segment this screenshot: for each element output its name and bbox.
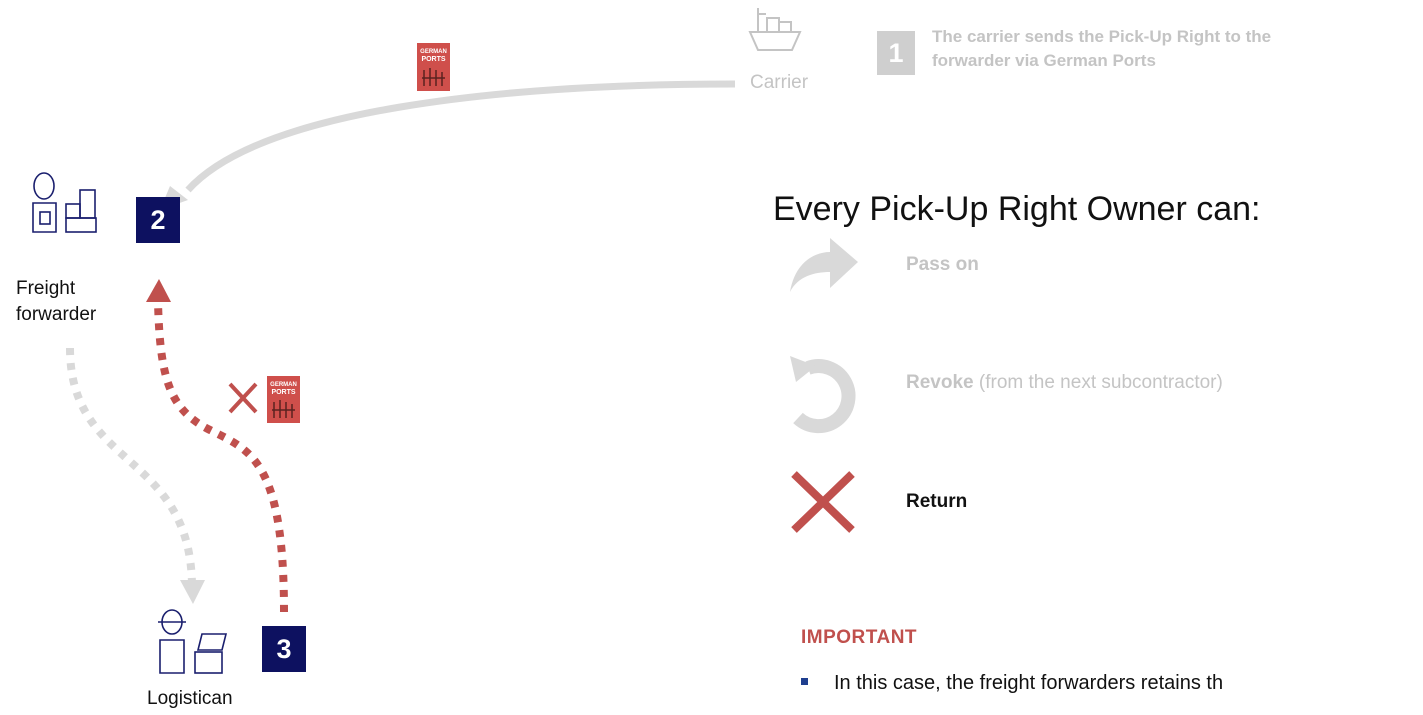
return-x-icon xyxy=(228,382,258,414)
step-1-badge: 1 xyxy=(877,31,915,75)
svg-text:GERMAN: GERMAN xyxy=(270,382,297,388)
pass-on-label: Pass on xyxy=(906,254,979,275)
bullet-square-icon xyxy=(801,678,808,686)
flow-diagram: GERMAN PORTS GERMAN PORTS xyxy=(32,8,858,674)
step-3-badge: 3 xyxy=(262,626,306,672)
step-1-description-line2: forwarder via German Ports xyxy=(932,51,1156,70)
revoke-label-rest: (from the next subcontractor) xyxy=(973,372,1223,393)
svg-text:GERMAN: GERMAN xyxy=(420,49,447,55)
revoke-label-bold: Revoke xyxy=(906,372,974,393)
freight-forwarder-label: Freight forwarder xyxy=(16,276,96,328)
handover-arrow-carrier-to-forwarder xyxy=(185,80,736,193)
freight-forwarder-label-line2: forwarder xyxy=(16,304,97,325)
ship-icon xyxy=(748,8,802,51)
important-bullet: In this case, the freight forwarders ret… xyxy=(801,672,1223,695)
return-icon xyxy=(791,471,855,533)
svg-text:PORTS: PORTS xyxy=(271,389,295,396)
german-ports-document-icon-return: GERMAN PORTS xyxy=(267,376,300,423)
important-heading: IMPORTANT xyxy=(801,627,918,648)
logistican-icon xyxy=(158,609,228,674)
freight-forwarder-icon xyxy=(32,172,97,233)
step-1-description: The carrier sends the Pick-Up Right to t… xyxy=(932,25,1423,73)
german-ports-document-icon: GERMAN PORTS xyxy=(417,43,450,91)
pass-on-icon xyxy=(790,238,858,292)
revoke-icon xyxy=(790,356,856,434)
step-3-number: 3 xyxy=(276,633,292,664)
return-arrowhead xyxy=(146,279,171,302)
step-1-description-line1: The carrier sends the Pick-Up Right to t… xyxy=(932,27,1272,46)
svg-text:PORTS: PORTS xyxy=(421,56,445,63)
step-2-number: 2 xyxy=(150,204,166,235)
pass-on-dotted-arrow xyxy=(66,347,196,586)
revoke-label: Revoke (from the next subcontractor) xyxy=(906,372,1223,394)
logistican-label: Logistican xyxy=(147,688,233,709)
step-2-badge: 2 xyxy=(136,197,180,243)
important-bullet-text: In this case, the freight forwarders ret… xyxy=(834,672,1224,694)
pass-on-arrowhead xyxy=(180,580,205,604)
headline: Every Pick-Up Right Owner can: xyxy=(773,190,1261,228)
return-label: Return xyxy=(906,491,968,512)
freight-forwarder-label-line1: Freight xyxy=(16,278,76,299)
carrier-label: Carrier xyxy=(750,72,809,93)
return-dotted-arrow xyxy=(154,301,288,613)
step-1-number: 1 xyxy=(888,37,904,68)
